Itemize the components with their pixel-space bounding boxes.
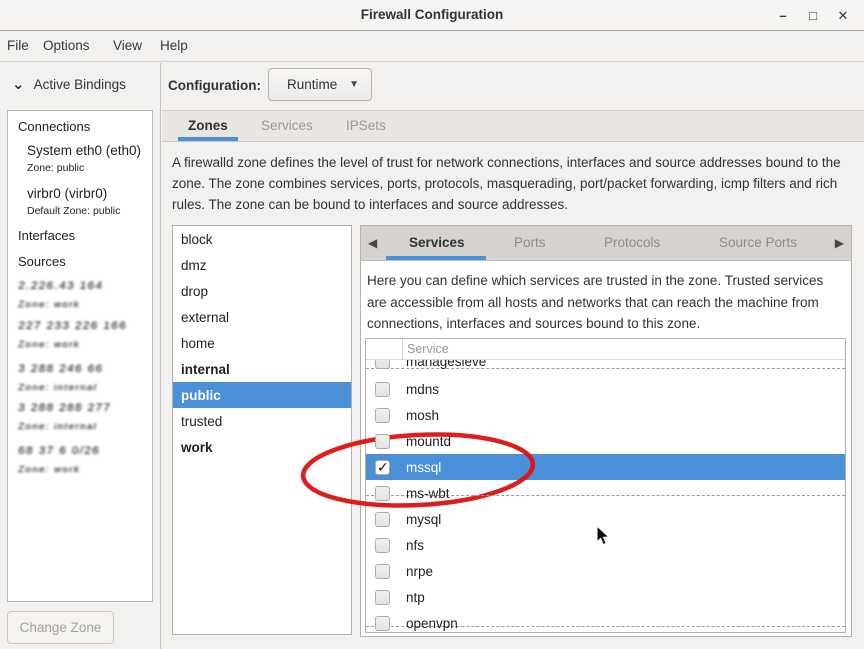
tab-zones[interactable]: Zones: [188, 118, 228, 133]
menu-help[interactable]: Help: [160, 38, 188, 53]
source-address[interactable]: 2.226.43 164: [17, 280, 104, 292]
service-row[interactable]: mosh: [366, 402, 845, 428]
configuration-dropdown[interactable]: Runtime ▼: [268, 68, 372, 101]
maximize-button[interactable]: □: [798, 3, 828, 29]
dropdown-arrow-icon: ▼: [349, 79, 359, 90]
checkbox[interactable]: [375, 538, 390, 553]
service-list-header: Service: [366, 339, 845, 360]
tab-services[interactable]: Services: [261, 118, 313, 133]
zone-row[interactable]: internal: [173, 356, 351, 382]
bindings-panel: Connections System eth0 (eth0) Zone: pub…: [7, 110, 153, 602]
tab-scroll-left-icon[interactable]: ◀: [368, 236, 377, 250]
column-divider: [402, 339, 403, 359]
firewall-config-window: Firewall Configuration – □ ✕ File Option…: [0, 0, 864, 649]
service-row[interactable]: mysql: [366, 506, 845, 532]
zone-row[interactable]: drop: [173, 278, 351, 304]
sources-header: Sources: [18, 254, 66, 269]
zone-row-selected[interactable]: public: [173, 382, 351, 408]
menu-view[interactable]: View: [113, 38, 142, 53]
connection-item[interactable]: System eth0 (eth0): [27, 143, 141, 158]
service-row[interactable]: ms-wbt: [366, 480, 845, 506]
close-button[interactable]: ✕: [828, 3, 858, 29]
service-row[interactable]: mdns: [366, 376, 845, 402]
tab-zone-services[interactable]: Services: [409, 235, 465, 250]
checkbox-checked-icon[interactable]: [375, 460, 390, 475]
zones-description: A firewalld zone defines the level of tr…: [172, 152, 864, 215]
zone-row[interactable]: trusted: [173, 408, 351, 434]
window-title: Firewall Configuration: [0, 7, 864, 22]
service-column-header: Service: [407, 342, 449, 356]
service-list: Service managesieve mdns mosh mountd mss…: [365, 338, 846, 633]
zone-row[interactable]: home: [173, 330, 351, 356]
services-description: Here you can define which services are t…: [367, 270, 845, 335]
configuration-value: Runtime: [287, 77, 337, 92]
service-row-selected[interactable]: mssql: [366, 454, 845, 480]
checkbox[interactable]: [375, 486, 390, 501]
main-tabbar: Zones Services IPSets: [162, 110, 864, 142]
source-zone: Zone: work: [17, 339, 80, 350]
tab-zone-source-ports[interactable]: Source Ports: [719, 235, 797, 250]
checkbox[interactable]: [375, 360, 390, 369]
connection-zone: Zone: public: [27, 162, 84, 174]
checkbox[interactable]: [375, 512, 390, 527]
source-zone: Zone: work: [17, 464, 80, 475]
zone-row[interactable]: external: [173, 304, 351, 330]
zone-row[interactable]: block: [173, 226, 351, 252]
zone-row[interactable]: dmz: [173, 252, 351, 278]
configuration-row: Configuration: Runtime ▼: [162, 63, 864, 110]
zone-detail-tabbar: ◀ Services Ports Protocols Source Ports …: [361, 226, 851, 261]
minimize-button[interactable]: –: [768, 3, 798, 29]
checkbox[interactable]: [375, 564, 390, 579]
chevron-down-icon: ⌄: [12, 80, 25, 90]
service-row[interactable]: ntp: [366, 584, 845, 610]
checkbox[interactable]: [375, 616, 390, 631]
source-address[interactable]: 3 288 288 277: [17, 402, 112, 414]
configuration-label: Configuration:: [168, 78, 261, 93]
tab-scroll-right-icon[interactable]: ▶: [835, 236, 844, 250]
titlebar: Firewall Configuration – □ ✕: [0, 0, 864, 31]
connection-zone: Default Zone: public: [27, 205, 120, 217]
active-tab-underline: [178, 137, 238, 141]
active-bindings-toggle[interactable]: ⌄ Active Bindings: [12, 77, 126, 92]
source-address[interactable]: 68 37 6 0/26: [17, 445, 101, 457]
menu-options[interactable]: Options: [43, 38, 90, 53]
active-bindings-label: Active Bindings: [34, 77, 126, 92]
checkbox[interactable]: [375, 590, 390, 605]
tab-zone-protocols[interactable]: Protocols: [604, 235, 660, 250]
checkbox[interactable]: [375, 408, 390, 423]
zone-row[interactable]: work: [173, 434, 351, 460]
service-row[interactable]: mountd: [366, 428, 845, 454]
window-controls: – □ ✕: [768, 0, 858, 31]
service-row[interactable]: openvpn: [366, 610, 845, 633]
menubar: File Options View Help: [0, 32, 864, 62]
service-row[interactable]: nfs: [366, 532, 845, 558]
source-zone: Zone: work: [17, 299, 80, 310]
tab-ipsets[interactable]: IPSets: [346, 118, 386, 133]
tab-zone-ports[interactable]: Ports: [514, 235, 546, 250]
service-row[interactable]: nrpe: [366, 558, 845, 584]
source-zone: Zone: internal: [17, 421, 98, 432]
connections-header: Connections: [18, 119, 90, 134]
active-inner-tab-underline: [386, 256, 486, 260]
zone-list: block dmz drop external home internal pu…: [172, 225, 352, 635]
connection-item[interactable]: virbr0 (virbr0): [27, 186, 107, 201]
zone-detail-panel: ◀ Services Ports Protocols Source Ports …: [360, 225, 852, 637]
change-zone-button[interactable]: Change Zone: [7, 611, 114, 644]
source-address[interactable]: 3 288 246 66: [17, 363, 104, 375]
menu-file[interactable]: File: [7, 38, 29, 53]
checkbox[interactable]: [375, 382, 390, 397]
checkbox[interactable]: [375, 434, 390, 449]
sidebar: ⌄ Active Bindings Connections System eth…: [0, 63, 161, 649]
source-zone: Zone: internal: [17, 382, 98, 393]
interfaces-header: Interfaces: [18, 228, 75, 243]
source-address[interactable]: 227 233 226 166: [17, 320, 127, 332]
